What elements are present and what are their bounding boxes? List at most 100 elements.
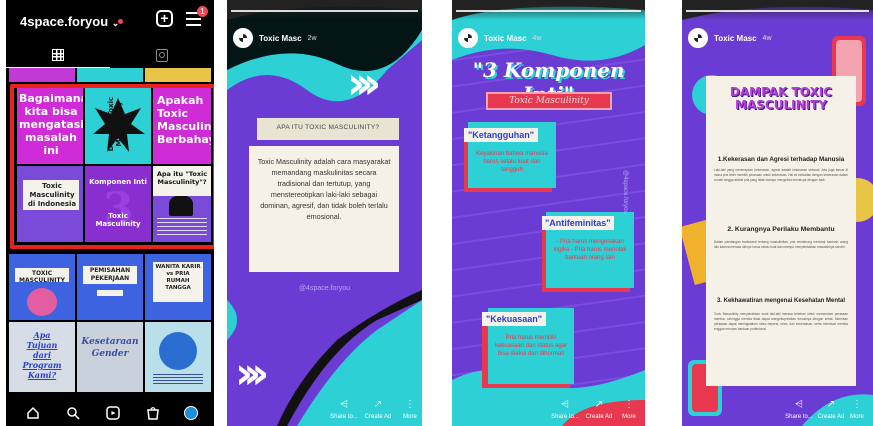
- search-icon[interactable]: [66, 406, 80, 420]
- shop-icon[interactable]: [146, 406, 160, 420]
- create-post-icon[interactable]: +: [156, 10, 173, 27]
- post-caption: WANITA KARIR vs PRIA RUMAH TANGGA: [155, 264, 201, 291]
- story-actions: ⩤ Share to... ↗ Create Ad ⋮ More: [682, 392, 873, 421]
- grid-post[interactable]: WANITA KARIR vs PRIA RUMAH TANGGA: [145, 254, 211, 320]
- watermark-text: @4space.foryou: [622, 170, 628, 214]
- grid-post[interactable]: PEMISAHAN PEKERJAAN: [77, 254, 143, 320]
- grid-post[interactable]: TOXIC MASCULINITY: [9, 254, 75, 320]
- grid-post[interactable]: [9, 68, 75, 82]
- create-ad-button[interactable]: ↗ Create Ad: [361, 399, 395, 421]
- profile-avatar-icon[interactable]: [184, 406, 198, 420]
- caption-line: dari: [32, 350, 52, 360]
- section-heading: 2. Kurangnya Perilaku Membantu: [727, 226, 835, 233]
- instagram-profile-screen: 4space.foryou ⌄ + 1 Bagaimana kita bisa …: [6, 0, 214, 426]
- subtitle-text: Toxic Masculinity: [509, 96, 589, 106]
- grid-post[interactable]: [77, 68, 143, 82]
- story-screen-3: Toxic Masc 4w DAMPAK TOXIC MASCULINITY 1…: [682, 0, 873, 426]
- more-dots-icon: ⋮: [405, 399, 415, 410]
- post-caption: Apa Tujuan dari Program Kami?: [9, 330, 75, 380]
- share-label: Share to...: [330, 414, 358, 420]
- component-description: Keyakinan bahwa manusia harus selalu kua…: [476, 151, 548, 173]
- story-screen-1: Toxic Masc 2w ››› ››› APA ITU TOXIC MASC…: [227, 0, 422, 426]
- tagged-icon: [156, 48, 168, 62]
- tab-grid[interactable]: [6, 42, 110, 68]
- story-screen-2: Toxic Masc 4w "3 Komponen Inti" Toxic Ma…: [452, 0, 645, 426]
- section-heading: 3. Kekhawatiran mengenai Kesehatan Menta…: [716, 298, 846, 304]
- component-card: "Ketangguhan" Keyakinan bahwa manusia ha…: [464, 122, 556, 188]
- account-avatar[interactable]: [233, 28, 253, 48]
- account-avatar[interactable]: [458, 28, 478, 48]
- profile-tabs: [6, 42, 214, 68]
- share-icon: ⩤: [340, 399, 348, 410]
- caption-line: Tujuan: [26, 340, 58, 350]
- section-body: Dalam pandangan tradisional tentang mask…: [714, 240, 848, 249]
- trend-arrow-icon: ↗: [373, 399, 383, 410]
- more-label: More: [850, 414, 864, 420]
- share-label: Share to...: [551, 414, 579, 420]
- more-label: More: [403, 414, 417, 420]
- component-card: "Kekuasaan" Pria harus memiliki kekuasaa…: [482, 308, 574, 384]
- more-button[interactable]: ⋮ More: [612, 399, 645, 421]
- component-title: "Ketangguhan": [464, 128, 539, 142]
- grid-post[interactable]: [145, 68, 211, 82]
- trend-arrow-icon: ↗: [594, 399, 604, 410]
- story-actions: ⩤ Share to... ↗ Create Ad ⋮ More: [452, 392, 645, 421]
- username-switcher[interactable]: 4space.foryou ⌄: [20, 14, 119, 29]
- username-label: 4space.foryou: [20, 14, 109, 29]
- story-header: Toxic Masc 4w: [688, 28, 772, 48]
- section-body: Toxic Masculinity menyebabkan anak laki-…: [714, 312, 848, 331]
- post-caption: PEMISAHAN PEKERJAAN: [89, 267, 131, 282]
- create-ad-button[interactable]: ↗ Create Ad: [582, 399, 616, 421]
- bottom-navigation: [6, 400, 214, 426]
- caption-line: Gender: [91, 349, 129, 359]
- caption-line: Program Kami?: [22, 360, 62, 380]
- account-name[interactable]: Toxic Masc: [259, 34, 302, 43]
- story-timestamp: 4w: [762, 34, 772, 42]
- story-progress-bar: [456, 10, 641, 12]
- account-name[interactable]: Toxic Masc: [714, 34, 757, 43]
- grid-icon: [52, 48, 64, 61]
- story-progress-bar: [686, 10, 869, 12]
- section-body: Laki-laki yang menerapkan kekerasan, agr…: [714, 168, 848, 182]
- grid-post[interactable]: Kesetaraan Gender: [77, 322, 143, 392]
- more-button[interactable]: ⋮ More: [840, 400, 873, 421]
- circle-graphic: [159, 332, 197, 370]
- share-button[interactable]: ⩤ Share to...: [327, 399, 361, 421]
- trend-arrow-icon: ↗: [826, 399, 836, 410]
- component-card: "Antifeminitas" - Pria harus mengenakan …: [542, 212, 634, 288]
- story-header: Toxic Masc 2w: [233, 28, 317, 48]
- unread-dot: [118, 19, 123, 24]
- grid-post[interactable]: Apa Tujuan dari Program Kami?: [9, 322, 75, 392]
- notification-badge: 1: [197, 6, 208, 17]
- component-title: "Antifeminitas": [542, 216, 614, 230]
- story-timestamp: 4w: [532, 34, 542, 42]
- grid-post[interactable]: [145, 322, 211, 392]
- chevron-decoration: ›››: [347, 58, 382, 109]
- more-dots-icon: ⋮: [624, 399, 634, 410]
- question-text: APA ITU TOXIC MASCULINITY?: [276, 124, 380, 131]
- share-label: Share to...: [785, 414, 813, 420]
- definition-card: Toxic Masculinity adalah cara masyarakat…: [249, 146, 399, 272]
- caption-line: Kesetaraan: [81, 337, 139, 347]
- highlight-box: [10, 84, 214, 249]
- tab-tagged[interactable]: [110, 42, 214, 68]
- reels-icon[interactable]: [106, 406, 120, 420]
- profile-header: 4space.foryou ⌄ + 1: [6, 0, 214, 40]
- impact-card: DAMPAK TOXIC MASCULINITY 1.Kekerasan dan…: [706, 76, 856, 386]
- create-ad-label: Create Ad: [585, 414, 613, 420]
- share-icon: ⩤: [795, 399, 803, 410]
- component-title: "Kekuasaan": [482, 312, 547, 326]
- home-icon[interactable]: [26, 406, 40, 420]
- account-avatar[interactable]: [688, 28, 708, 48]
- component-description: Pria harus memiliki kekuasaan dan status…: [494, 335, 568, 357]
- story-progress-bar: [231, 10, 418, 12]
- share-button[interactable]: ⩤ Share to...: [548, 400, 582, 421]
- share-button[interactable]: ⩤ Share to...: [782, 399, 816, 421]
- circle-graphic: [27, 288, 57, 316]
- label-graphic: [97, 290, 123, 296]
- post-caption: TOXIC MASCULINITY: [19, 270, 65, 284]
- caption-line: Apa: [33, 330, 51, 340]
- more-button[interactable]: ⋮ More: [393, 399, 422, 421]
- story-timestamp: 2w: [307, 34, 317, 42]
- account-name[interactable]: Toxic Masc: [484, 34, 527, 43]
